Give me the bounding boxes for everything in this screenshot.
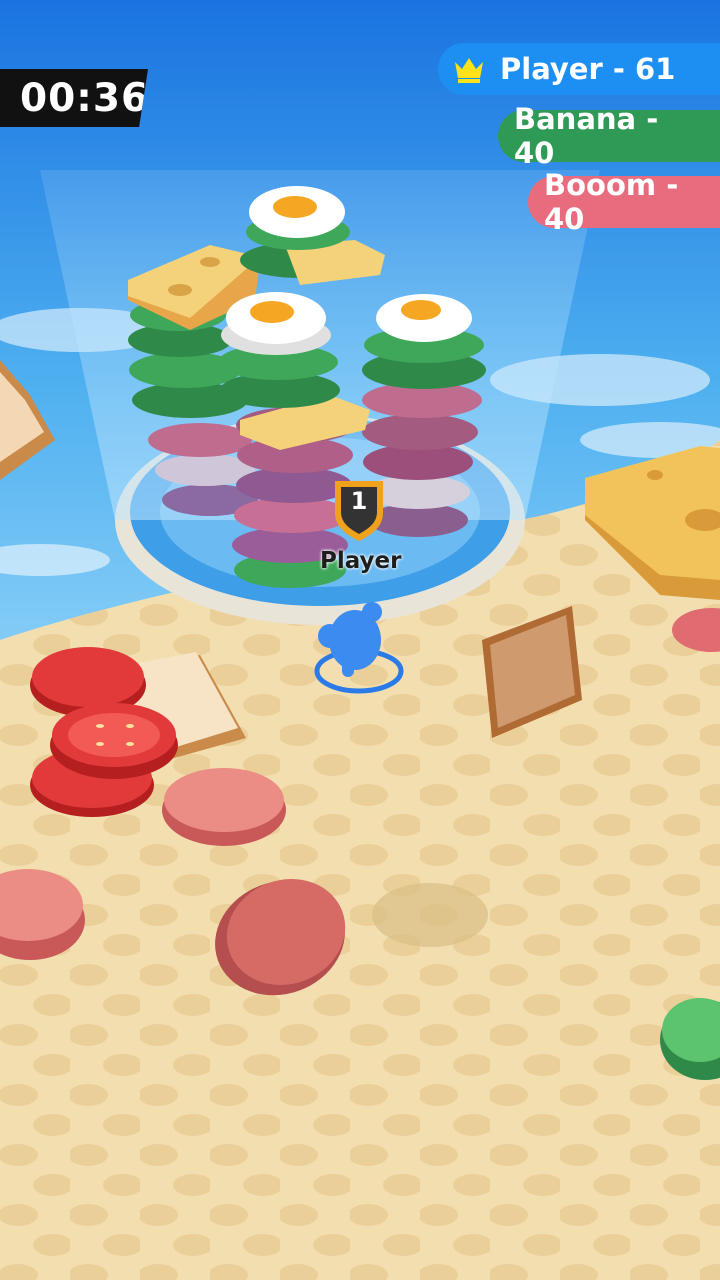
leaderboard-entry-text: Player - 61	[500, 52, 676, 86]
match-timer: 00:36	[0, 69, 148, 127]
leaderboard-row-1: Player - 61	[438, 43, 720, 95]
meat-slice-1	[162, 768, 286, 846]
crown-icon	[455, 58, 483, 83]
leaderboard-row-3: Booom - 40	[528, 168, 720, 236]
player-rank: 1	[350, 487, 368, 515]
leaderboard-row-2: Banana - 40	[498, 102, 720, 170]
player-name-tag: Player	[320, 548, 402, 574]
leaderboard-entry-text: Booom - 40	[544, 168, 679, 236]
leaderboard-entry-text: Banana - 40	[514, 102, 659, 170]
